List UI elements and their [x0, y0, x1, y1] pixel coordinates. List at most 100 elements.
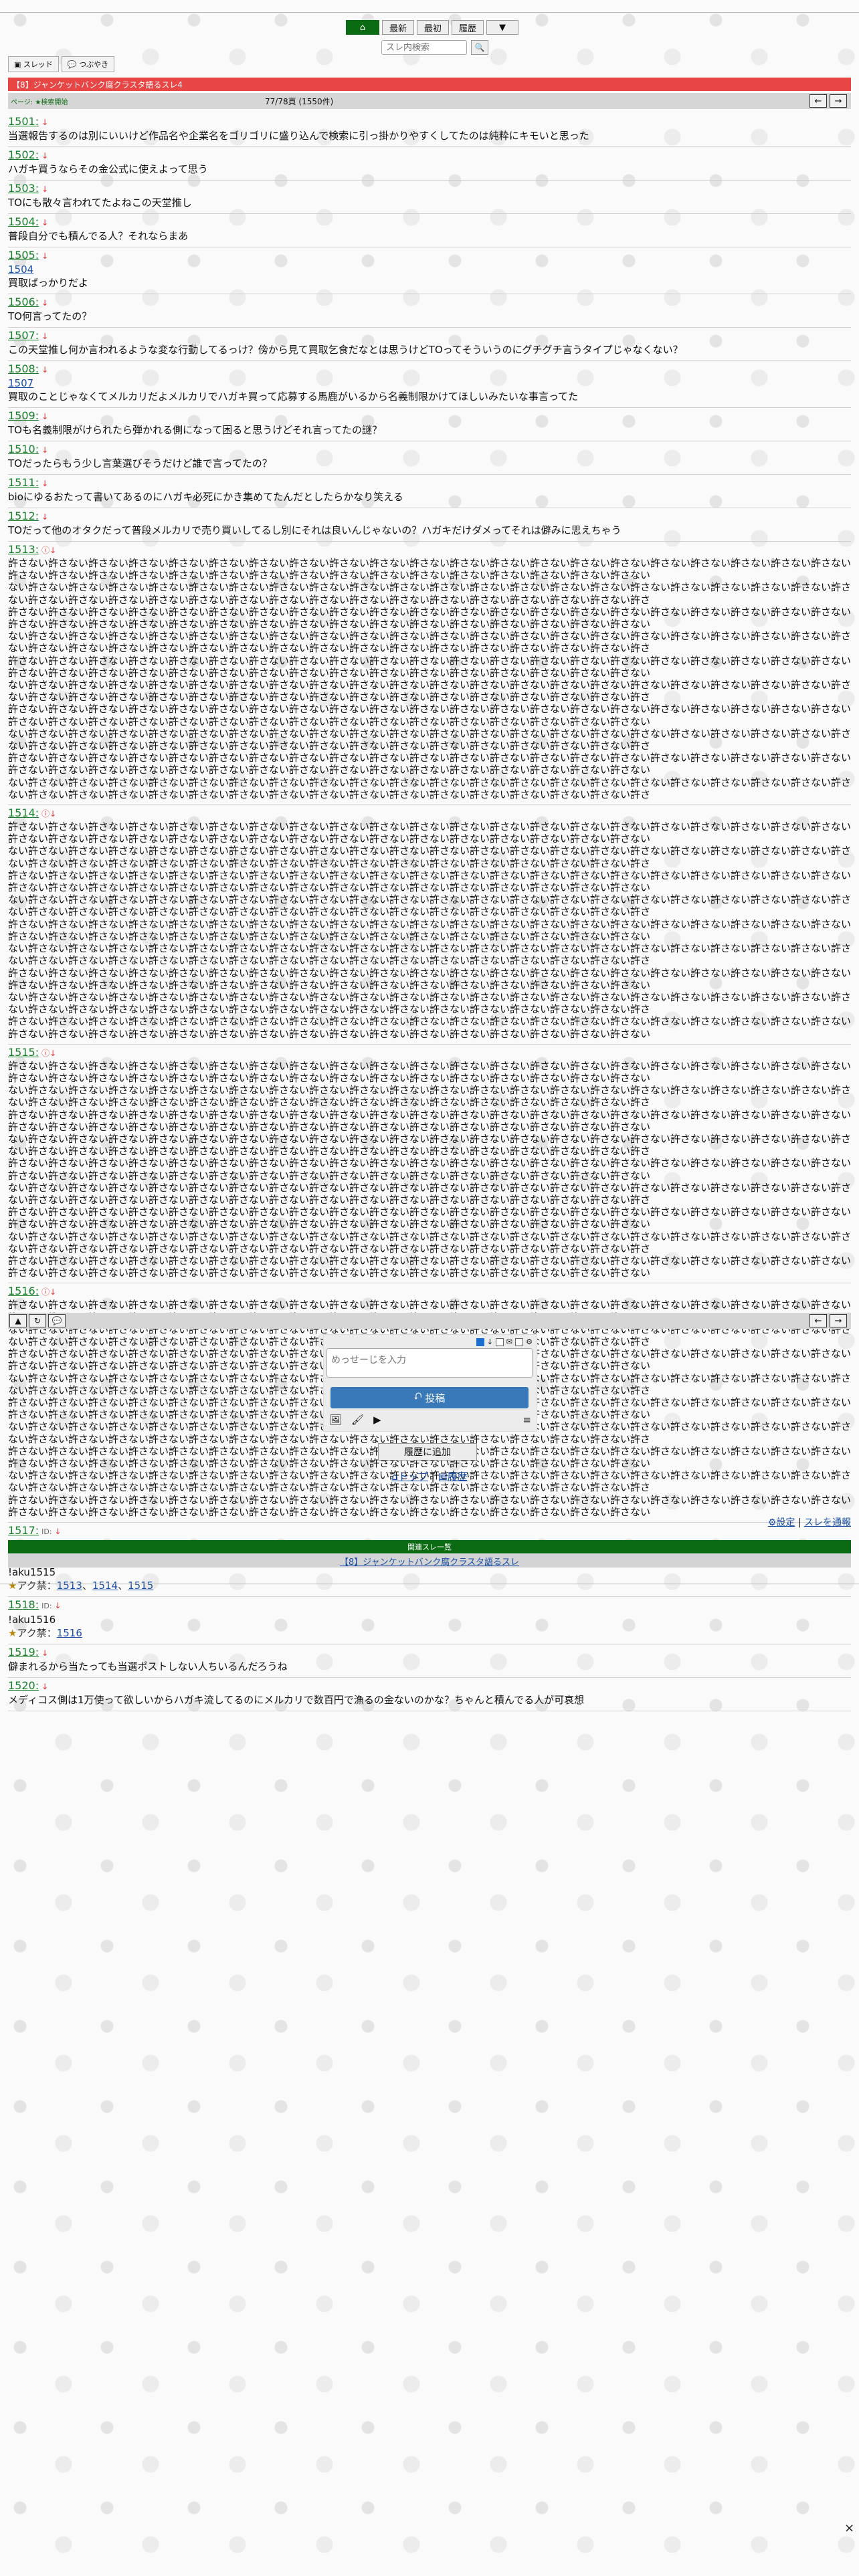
first-button[interactable]: 最初 [417, 20, 449, 35]
related-thread-item[interactable]: 【8】ジャンケットバンク腐クラスタ語るスレ [8, 1554, 851, 1568]
post-header: 1507: ↓ [8, 329, 851, 343]
reply-arrow-icon[interactable]: ↓ [41, 1682, 48, 1691]
post-number[interactable]: 1515: [8, 1046, 39, 1059]
dropdown-button[interactable]: ▼ [486, 20, 518, 35]
message-input[interactable] [326, 1348, 533, 1378]
reply-arrow-icon[interactable]: ⓘ↓ [41, 1287, 56, 1297]
reply-arrow-icon[interactable]: ⓘ↓ [41, 546, 56, 555]
ban-post-link[interactable]: 1516 [57, 1627, 82, 1639]
page-jump[interactable]: ページ: ★検索開始 [8, 96, 265, 106]
post-number[interactable]: 1512: [8, 510, 39, 522]
related-thread-link[interactable]: 【8】ジャンケットバンク腐クラスタ語るスレ [340, 1555, 519, 1568]
reply-arrow-icon[interactable]: ↓ [41, 412, 48, 421]
reload-icon: ↻ [33, 1316, 41, 1325]
latest-button[interactable]: 最新 [382, 20, 414, 35]
reply-arrow-icon[interactable]: ↓ [41, 118, 48, 127]
post-body-line: ハガキ買うならその金公式に使えよって思う [8, 163, 208, 175]
ban-post-link[interactable]: 1515 [128, 1580, 153, 1592]
prev-page-button-bottom[interactable]: ← [809, 1314, 827, 1327]
prev-page-button[interactable]: ← [809, 94, 827, 108]
reply-arrow-icon[interactable]: ↓ [41, 251, 48, 261]
reply-arrow-icon[interactable]: ↓ [41, 1648, 48, 1658]
post-number[interactable]: 1514: [8, 807, 39, 819]
right-links: ⚙設定 | スレを通報 [768, 1515, 851, 1529]
post-button[interactable]: ⮏ 投稿 [330, 1387, 529, 1408]
chat-icon: 💬 [52, 1316, 62, 1325]
search-input[interactable] [381, 40, 467, 55]
add-history-button[interactable]: 履歴に追加 [378, 1443, 477, 1461]
reply-arrow-icon[interactable]: ↓ [41, 512, 48, 522]
post-number[interactable]: 1519: [8, 1646, 39, 1658]
scroll-top-button[interactable]: ▲ [9, 1314, 27, 1327]
post-item: 1507: ↓ この天堂推し何か言われるような変な行動してるっけ？傍から見て買取乞食… [8, 328, 851, 361]
ban-label: アク禁： [17, 1627, 57, 1640]
post-number[interactable]: 1516: [8, 1285, 39, 1297]
post-number[interactable]: 1502: [8, 148, 39, 161]
chat-button[interactable]: 💬 [48, 1314, 66, 1327]
history-link[interactable]: ▤履歴 [438, 1471, 467, 1483]
search-button[interactable]: 🔍 [471, 40, 488, 55]
post-number[interactable]: 1503: [8, 182, 39, 195]
reply-arrow-icon[interactable]: ↓ [41, 151, 48, 160]
post-body-line: 許さない許さない許さない許さない許さない許さない許さない許さない許さない許さない… [8, 918, 852, 942]
tab-thread[interactable]: ▣ スレッド [8, 56, 59, 72]
video-icon[interactable]: ▶ [373, 1414, 381, 1426]
option-checkbox[interactable] [515, 1337, 524, 1346]
post-item: 1510: ↓ TOだったらもう少し言葉選びそうだけど誰で言ってたの？ [8, 441, 851, 475]
reply-arrow-icon[interactable]: ↓ [41, 298, 48, 308]
post-number[interactable]: 1513: [8, 543, 39, 556]
post-number[interactable]: 1517: [8, 1524, 39, 1537]
ban-post-link[interactable]: 1513 [57, 1580, 82, 1592]
post-number[interactable]: 1510: [8, 443, 39, 455]
reply-link[interactable]: 1504 [8, 263, 851, 276]
tab-tweets[interactable]: 💬 つぶやき [61, 56, 115, 72]
image-icon[interactable]: 🖼 [329, 1414, 342, 1426]
report-link[interactable]: スレを通報 [804, 1517, 851, 1528]
post-body-line: ない許さない許さない許さない許さない許さない許さない許さない許さない許さない許さ… [8, 990, 852, 1016]
triangle-up-icon: ▲ [15, 1316, 21, 1325]
post-number[interactable]: 1520: [8, 1679, 39, 1692]
post-body-line: ない許さない許さない許さない許さない許さない許さない許さない許さない許さない許さ… [8, 1230, 852, 1255]
next-page-button-bottom[interactable]: → [830, 1314, 847, 1327]
ban-post-link[interactable]: 1514 [92, 1580, 118, 1592]
top-link[interactable]: ⌂トップ [391, 1471, 428, 1483]
post-body-line: 許さない許さない許さない許さない許さない許さない許さない許さない許さない許さない… [8, 1059, 852, 1084]
post-number[interactable]: 1511: [8, 476, 39, 489]
reply-arrow-icon[interactable]: ↓ [41, 185, 48, 194]
post-number[interactable]: 1509: [8, 409, 39, 422]
reply-link[interactable]: 1507 [8, 377, 851, 390]
post-body-line: !aku1515 [8, 1566, 56, 1579]
reload-button[interactable]: ↻ [29, 1314, 46, 1327]
reply-arrow-icon[interactable]: ↓ [41, 479, 48, 488]
reply-arrow-icon[interactable]: ↓ [41, 218, 48, 227]
sage-checkbox[interactable] [476, 1337, 484, 1346]
home-button[interactable]: ⌂ [346, 20, 379, 35]
reply-arrow-icon[interactable]: ⓘ↓ [41, 1049, 56, 1058]
post-number[interactable]: 1504: [8, 215, 39, 228]
settings-link[interactable]: ⚙設定 [768, 1517, 795, 1528]
post-number[interactable]: 1508: [8, 362, 39, 375]
menu-icon[interactable]: ≡ [522, 1414, 531, 1426]
post-number[interactable]: 1501: [8, 115, 39, 128]
reply-arrow-icon[interactable]: ⓘ↓ [41, 809, 56, 819]
post-number[interactable]: 1518: [8, 1598, 39, 1611]
mail-checkbox[interactable] [495, 1337, 504, 1346]
top-link-label: トップ [397, 1471, 428, 1483]
post-number[interactable]: 1507: [8, 329, 39, 342]
star-icon: ★ [8, 1580, 17, 1592]
post-button-label: 投稿 [425, 1392, 446, 1404]
post-number[interactable]: 1505: [8, 249, 39, 261]
post-body-line: 許さない許さない許さない許さない許さない許さない許さない許さない許さない許さない… [8, 966, 852, 991]
reply-arrow-icon[interactable]: ↓ [41, 332, 48, 341]
post-number[interactable]: 1506: [8, 296, 39, 308]
reply-arrow-icon[interactable]: ↓ [41, 365, 48, 374]
post-body-line: 許さない許さない許さない許さない許さない許さない許さない許さない許さない許さない… [8, 605, 852, 631]
brush-icon[interactable]: 🖌 [351, 1414, 364, 1426]
close-icon[interactable]: × [844, 2521, 854, 2535]
next-page-button[interactable]: → [830, 94, 847, 108]
reply-arrow-icon[interactable]: ↓ [55, 1527, 62, 1536]
reply-arrow-icon[interactable]: ↓ [41, 445, 48, 455]
history-nav-button[interactable]: 履歴 [452, 20, 484, 35]
post-header: 1511: ↓ [8, 476, 851, 490]
reply-arrow-icon[interactable]: ↓ [55, 1601, 62, 1610]
